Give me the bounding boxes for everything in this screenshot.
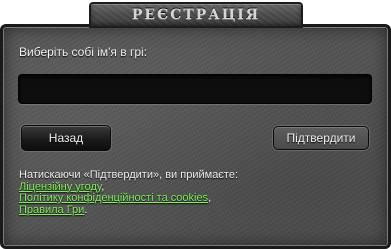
registration-dialog: РЕЄСТРАЦІЯ Виберіть собі ім'я в грі: Наз… [0, 0, 391, 249]
terms-line-rules: Правила Гри. [19, 203, 238, 217]
license-agreement-link[interactable]: Ліцензійну угоду [19, 181, 101, 193]
terms-separator: , [101, 180, 105, 193]
confirm-button[interactable]: Підтвердити [273, 126, 369, 150]
terms-separator: . [84, 203, 88, 216]
game-rules-link[interactable]: Правила Гри [19, 204, 84, 216]
nickname-input[interactable] [18, 74, 372, 104]
terms-separator: , [208, 192, 212, 204]
back-button[interactable]: Назад [21, 125, 111, 151]
terms-notice: Натискаючи «Підтвердити», ви приймаєте: … [19, 169, 238, 217]
dialog-title-tab: РЕЄСТРАЦІЯ [89, 2, 303, 28]
name-prompt-label: Виберіть собі ім'я в грі: [19, 45, 148, 59]
dialog-title: РЕЄСТРАЦІЯ [131, 7, 261, 23]
privacy-policy-link[interactable]: Політику конфіденційності та cookies [19, 192, 208, 204]
